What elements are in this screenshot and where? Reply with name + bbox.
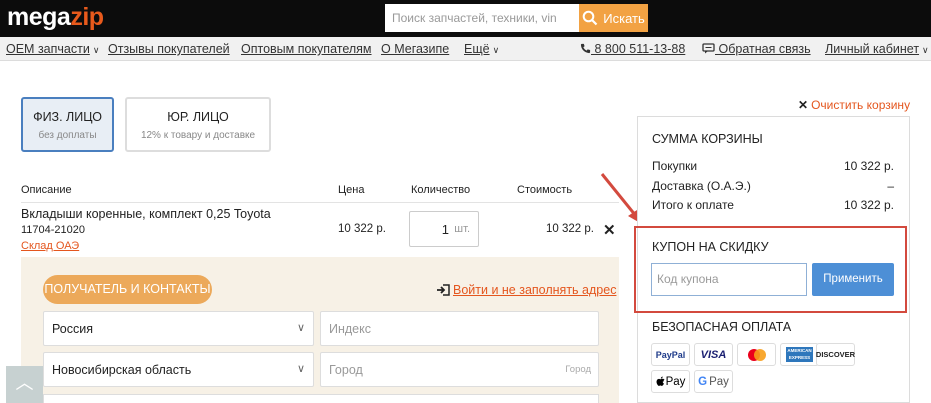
- chevron-down-icon: ∨: [492, 45, 500, 55]
- login-link[interactable]: Войти и не заполнять адрес: [436, 283, 616, 297]
- item-stock-link[interactable]: Склад ОАЭ: [21, 240, 79, 252]
- nav-reviews[interactable]: Отзывы покупателей: [108, 42, 230, 56]
- paypal-icon: PayPal: [651, 343, 690, 366]
- column-header-price: Цена: [338, 184, 365, 196]
- nav-account[interactable]: Личный кабинет ∨: [825, 42, 929, 56]
- apply-coupon-button[interactable]: Применить: [812, 263, 894, 296]
- summary-title: СУММА КОРЗИНЫ: [652, 132, 763, 146]
- apple-pay-icon: Pay: [651, 370, 690, 393]
- nav-about[interactable]: О Мегазипе: [381, 42, 449, 56]
- recipient-contacts-button[interactable]: ПОЛУЧАТЕЛЬ И КОНТАКТЫ: [43, 275, 212, 304]
- clear-cart-link[interactable]: ✕ Очистить корзину: [798, 98, 910, 112]
- nav-feedback[interactable]: Обратная связь: [702, 42, 811, 56]
- nav-oem[interactable]: OEM запчасти ∨: [6, 42, 99, 56]
- city-input[interactable]: Город Город: [320, 352, 599, 387]
- main-nav: OEM запчасти ∨ Отзывы покупателей Оптовым…: [0, 37, 931, 61]
- amex-icon: AMERICAN EXPRESS: [780, 343, 819, 366]
- column-header-quantity: Количество: [411, 184, 471, 196]
- item-name: Вкладыши коренные, комплект 0,25 Toyota: [21, 207, 271, 221]
- secure-payment-title: БЕЗОПАСНАЯ ОПЛАТА: [652, 320, 792, 334]
- postal-index-input[interactable]: Индекс: [320, 311, 599, 346]
- chevron-down-icon: ∨: [92, 45, 100, 55]
- search-input[interactable]: Поиск запчастей, техники, vin: [385, 4, 579, 32]
- visa-icon: VISA: [694, 343, 733, 366]
- scrollbar[interactable]: [921, 61, 931, 403]
- item-code: 11704-21020: [21, 224, 86, 236]
- coupon-title: КУПОН НА СКИДКУ: [652, 240, 769, 254]
- nav-phone[interactable]: 8 800 511-13-88: [580, 42, 685, 56]
- column-header-description: Описание: [21, 184, 72, 196]
- summary-row-delivery: Доставка (О.А.Э.) –: [652, 179, 894, 193]
- chevron-down-icon: ∨: [922, 45, 929, 55]
- summary-row-total: Итого к оплате 10 322 р.: [652, 198, 894, 212]
- quantity-input[interactable]: 1 шт.: [409, 211, 479, 247]
- next-field[interactable]: [43, 394, 599, 403]
- chat-icon: [702, 43, 715, 54]
- login-icon: [437, 284, 450, 296]
- coupon-code-input[interactable]: Код купона: [651, 263, 807, 296]
- search-icon: [582, 10, 598, 26]
- person-type-company[interactable]: ЮР. ЛИЦО 12% к товару и доставке: [125, 97, 271, 152]
- region-select[interactable]: Новосибирская область ∨: [43, 352, 314, 387]
- item-total: 10 322 р.: [546, 223, 594, 235]
- chevron-down-icon: ∨: [296, 363, 305, 375]
- megazip-logo[interactable]: megazip: [7, 3, 104, 31]
- column-header-total: Стоимость: [517, 184, 573, 196]
- search-button[interactable]: Искать: [579, 4, 648, 32]
- country-select[interactable]: Россия ∨: [43, 311, 314, 346]
- nav-wholesale[interactable]: Оптовым покупателям: [241, 42, 372, 56]
- mastercard-icon: [737, 343, 776, 366]
- item-price: 10 322 р.: [338, 223, 386, 235]
- google-pay-icon: G Pay: [694, 370, 733, 393]
- person-type-individual[interactable]: ФИЗ. ЛИЦО без доплаты: [21, 97, 114, 152]
- phone-icon: [580, 43, 591, 54]
- summary-row-purchases: Покупки 10 322 р.: [652, 159, 894, 173]
- top-header: megazip Поиск запчастей, техники, vin Ис…: [0, 0, 931, 37]
- close-icon: ✕: [798, 98, 809, 112]
- scroll-to-top-button[interactable]: ︿: [6, 366, 43, 403]
- nav-more[interactable]: Ещё ∨: [464, 42, 499, 56]
- chevron-up-icon: ︿: [15, 373, 34, 393]
- divider: [21, 202, 619, 203]
- chevron-down-icon: ∨: [296, 322, 305, 334]
- discover-icon: DISCOVER: [816, 343, 855, 366]
